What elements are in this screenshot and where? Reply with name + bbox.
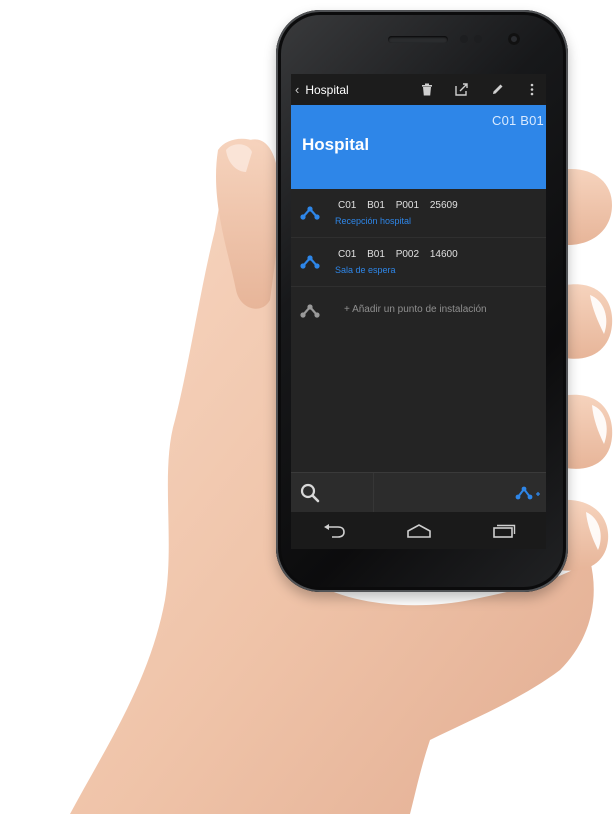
action-bar-actions bbox=[419, 74, 540, 105]
installation-point-icon bbox=[300, 206, 320, 220]
installation-point-icon bbox=[300, 255, 320, 269]
up-navigation-button[interactable]: ‹ Hospital bbox=[291, 74, 349, 105]
header-title: Hospital bbox=[302, 135, 370, 154]
toolbar-divider bbox=[373, 473, 374, 513]
add-installation-point-label: + Añadir un punto de instalación bbox=[344, 304, 487, 315]
edit-button[interactable] bbox=[489, 82, 505, 98]
system-navigation-bar bbox=[291, 512, 546, 549]
item-subtitle: Sala de espera bbox=[335, 265, 396, 275]
share-icon bbox=[455, 83, 468, 96]
trash-icon bbox=[422, 83, 432, 96]
chevron-left-icon: ‹ bbox=[295, 82, 300, 97]
edit-icon bbox=[492, 84, 502, 94]
item-codes: C01 B01 P001 25609 bbox=[338, 200, 458, 211]
app-screen: ‹ Hospital C01 B01 Hospital C01 B01 P001… bbox=[291, 74, 546, 549]
nav-back-button[interactable] bbox=[319, 521, 349, 541]
front-camera bbox=[508, 33, 520, 45]
back-icon bbox=[323, 523, 345, 538]
search-button[interactable] bbox=[299, 482, 321, 504]
nav-home-button[interactable] bbox=[404, 521, 434, 541]
overflow-menu-button[interactable] bbox=[524, 82, 540, 98]
installation-point-icon bbox=[300, 304, 320, 318]
header-code: C01 B01 bbox=[492, 113, 544, 128]
search-icon bbox=[300, 483, 320, 503]
add-installation-point-icon bbox=[515, 486, 540, 500]
action-bar: ‹ Hospital bbox=[291, 74, 546, 105]
list-item[interactable]: C01 B01 P002 14600 Sala de espera bbox=[291, 238, 546, 287]
recent-apps-icon bbox=[492, 524, 515, 538]
header-banner: C01 B01 Hospital bbox=[291, 105, 546, 189]
list-item[interactable]: C01 B01 P001 25609 Recepción hospital bbox=[291, 189, 546, 238]
light-sensor bbox=[474, 35, 482, 43]
proximity-sensor bbox=[460, 35, 468, 43]
item-subtitle: Recepción hospital bbox=[335, 216, 412, 226]
item-codes: C01 B01 P002 14600 bbox=[338, 249, 458, 260]
delete-button[interactable] bbox=[419, 82, 435, 98]
share-button[interactable] bbox=[454, 82, 470, 98]
earpiece-speaker bbox=[388, 36, 448, 43]
nav-recent-apps-button[interactable] bbox=[489, 521, 519, 541]
home-icon bbox=[406, 523, 431, 538]
bottom-toolbar bbox=[291, 472, 546, 513]
installation-point-list: C01 B01 P001 25609 Recepción hospital C0… bbox=[291, 189, 546, 335]
add-installation-point-button[interactable] bbox=[515, 485, 541, 501]
actionbar-title: Hospital bbox=[305, 82, 349, 97]
overflow-menu-icon bbox=[530, 83, 534, 96]
add-installation-point-row[interactable]: + Añadir un punto de instalación bbox=[291, 287, 546, 335]
